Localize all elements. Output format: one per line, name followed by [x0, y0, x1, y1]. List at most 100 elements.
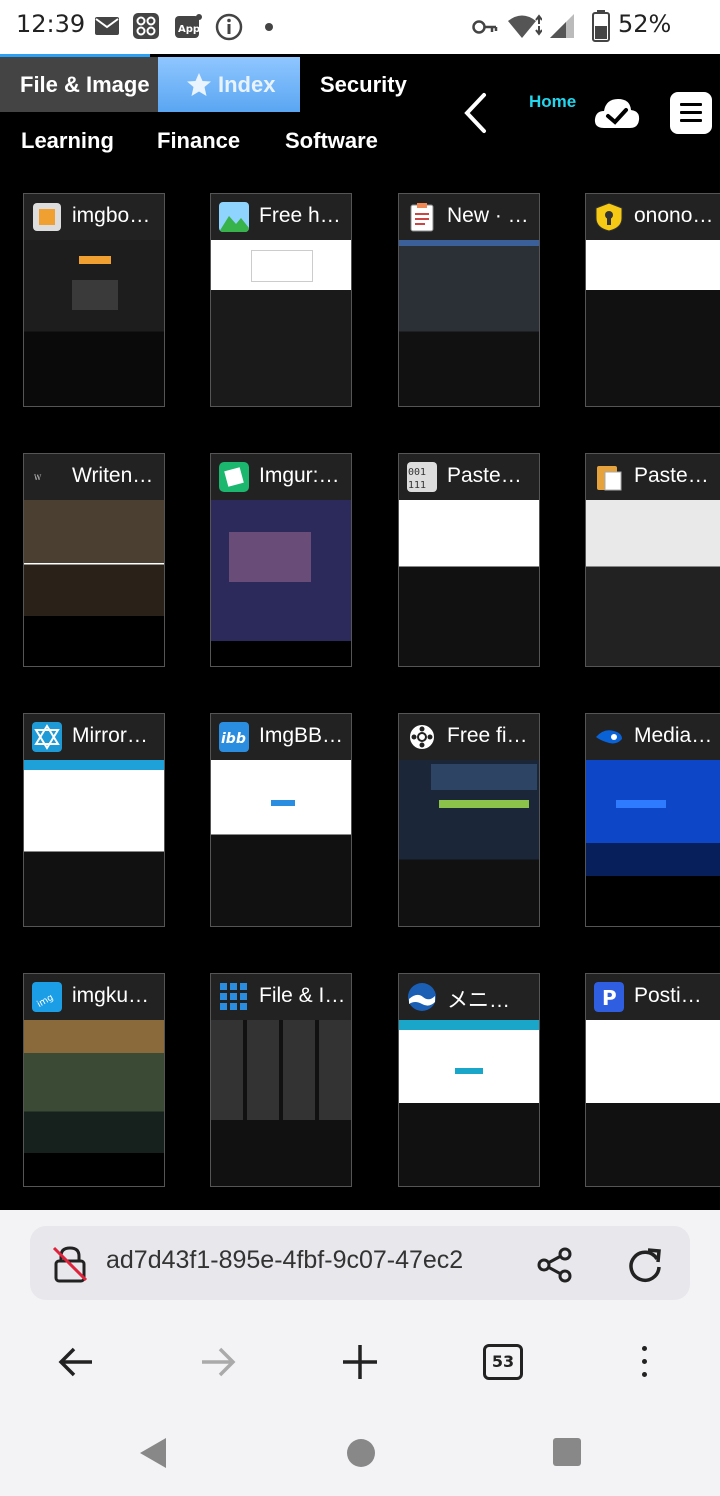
app-badge-icon: App	[175, 14, 202, 38]
tile-paste-2[interactable]: Paste…	[585, 453, 720, 667]
more-options-icon[interactable]	[642, 1346, 647, 1385]
back-arrow-icon[interactable]	[56, 1342, 96, 1382]
wave-logo-icon	[408, 983, 436, 1011]
system-nav-bar	[0, 1410, 720, 1496]
tile-title: Paste…	[447, 464, 522, 487]
tile-postimages[interactable]: P Posti…	[585, 973, 720, 1187]
tile-file-image-index[interactable]: File & I…	[210, 973, 352, 1187]
tile-header: P Posti…	[586, 974, 720, 1020]
mail-icon	[95, 17, 119, 35]
tile-free-hosting[interactable]: Free h…	[210, 193, 352, 407]
tile-title: Free fi…	[447, 724, 528, 747]
insecure-lock-icon[interactable]	[50, 1244, 90, 1284]
tile-header: Free h…	[211, 194, 351, 240]
vpn-key-icon	[472, 20, 498, 34]
tile-pixeldrain[interactable]: Free fi…	[398, 713, 540, 927]
tile-header: W Writen…	[24, 454, 164, 500]
tile-preview	[24, 760, 164, 926]
tab-file-image[interactable]: File & Image	[0, 57, 158, 112]
tile-preview	[24, 240, 164, 406]
tile-imgbox[interactable]: imgbo…	[23, 193, 165, 407]
tile-imgur[interactable]: Imgur:…	[210, 453, 352, 667]
tile-preview	[399, 240, 539, 406]
svg-text:P: P	[602, 986, 617, 1010]
keyhole-icon	[595, 202, 623, 232]
mirrored-icon	[32, 722, 62, 752]
tab-finance[interactable]: Finance	[157, 116, 240, 166]
forward-arrow-icon[interactable]	[198, 1342, 238, 1382]
tile-menu-jp[interactable]: メニ…	[398, 973, 540, 1187]
tab-index[interactable]: Index	[158, 57, 300, 112]
chevron-left-icon[interactable]	[462, 92, 490, 134]
bookmark-grid: imgbo… Free h… New · … onono… W Writen… …	[0, 180, 720, 1210]
home-link[interactable]: Home	[529, 92, 576, 112]
tile-pastebin[interactable]: 001 111 Paste…	[398, 453, 540, 667]
tile-title: Paste…	[634, 464, 709, 487]
svg-text:ibb: ibb	[221, 731, 246, 747]
tile-preview	[586, 1020, 720, 1186]
tile-imgkub[interactable]: img imgku…	[23, 973, 165, 1187]
svg-text:111: 111	[408, 480, 426, 491]
tab-software[interactable]: Software	[285, 116, 378, 166]
writening-icon: W	[32, 462, 62, 492]
tile-preview	[399, 1020, 539, 1186]
mountain-image-icon	[219, 202, 249, 232]
new-tab-icon[interactable]	[340, 1342, 380, 1382]
battery-icon	[592, 10, 610, 42]
tile-header: Paste…	[586, 454, 720, 500]
tile-new-paste[interactable]: New · …	[398, 193, 540, 407]
tile-writening[interactable]: W Writen…	[23, 453, 165, 667]
share-icon[interactable]	[536, 1246, 574, 1284]
binary-icon: 001111	[407, 462, 437, 492]
tile-title: onono…	[634, 204, 714, 227]
tile-header: ibb ImgBB…	[211, 714, 351, 760]
tile-title: New · …	[447, 204, 529, 227]
reload-icon[interactable]	[626, 1246, 664, 1284]
tile-imgbb[interactable]: ibb ImgBB…	[210, 713, 352, 927]
tab-learning[interactable]: Learning	[21, 116, 114, 166]
tab-index-label: Index	[218, 72, 276, 97]
browser-toolbar: 53	[0, 1320, 720, 1410]
tile-title: Mirror…	[72, 724, 148, 747]
dot-icon	[265, 23, 273, 31]
svg-text:001: 001	[408, 467, 426, 478]
tile-header: メニ…	[399, 974, 539, 1020]
dots-grid-icon	[220, 983, 247, 1010]
ibb-icon: ibb	[219, 722, 249, 752]
nav-back-icon[interactable]	[138, 1436, 168, 1470]
tile-title: File & I…	[259, 984, 346, 1007]
tile-preview	[211, 240, 351, 406]
tile-header: Media…	[586, 714, 720, 760]
svg-text:App: App	[178, 24, 200, 35]
tile-preview	[586, 500, 720, 666]
tile-header: Free fi…	[399, 714, 539, 760]
tab-security[interactable]: Security	[320, 57, 407, 112]
tile-preview	[24, 500, 164, 666]
tile-preview	[586, 760, 720, 926]
tile-ononoki[interactable]: onono…	[585, 193, 720, 407]
url-text[interactable]: ad7d43f1-895e-4fbf-9c07-47ec2	[106, 1246, 511, 1275]
tile-preview	[399, 760, 539, 926]
app-grid-icon	[133, 13, 159, 39]
hamburger-menu-button[interactable]	[670, 92, 712, 134]
tile-header: Mirror…	[24, 714, 164, 760]
nav-home-icon[interactable]	[346, 1438, 376, 1468]
postimage-icon: P	[594, 982, 624, 1012]
tile-title: ImgBB…	[259, 724, 344, 747]
url-panel: ad7d43f1-895e-4fbf-9c07-47ec2	[0, 1210, 720, 1320]
tile-title: imgbo…	[72, 204, 151, 227]
tile-mirrored[interactable]: Mirror…	[23, 713, 165, 927]
tile-mediafire[interactable]: Media…	[585, 713, 720, 927]
tile-title: Posti…	[634, 984, 702, 1007]
tile-title: Writen…	[72, 464, 154, 487]
imgbox-icon	[33, 203, 61, 231]
address-bar[interactable]: ad7d43f1-895e-4fbf-9c07-47ec2	[30, 1226, 690, 1300]
nav-recents-icon[interactable]	[552, 1437, 582, 1467]
cloud-check-icon[interactable]	[594, 96, 640, 130]
tab-count-button[interactable]: 53	[483, 1344, 523, 1380]
tile-preview	[586, 240, 720, 406]
hamburger-icon	[680, 103, 702, 106]
tile-header: File & I…	[211, 974, 351, 1020]
tile-header: img imgku…	[24, 974, 164, 1020]
tile-header: onono…	[586, 194, 720, 240]
